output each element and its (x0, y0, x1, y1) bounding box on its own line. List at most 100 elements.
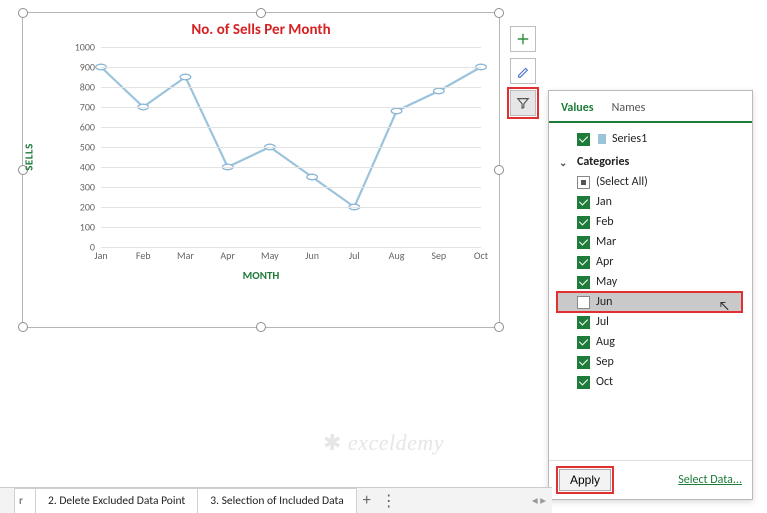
gridline (101, 207, 481, 208)
kebab-icon: ⋮ (381, 491, 397, 511)
x-tick-label: Jan (94, 249, 107, 262)
category-label: Aug (596, 335, 615, 349)
resize-handle[interactable] (256, 8, 266, 18)
resize-handle[interactable] (494, 322, 504, 332)
chart-styles-button[interactable] (510, 58, 536, 84)
gridline (101, 167, 481, 168)
category-item[interactable]: Feb (557, 212, 748, 232)
y-tick-label: 700 (71, 101, 95, 114)
x-axis-title[interactable]: MONTH (23, 269, 499, 282)
sheet-tab[interactable]: 3. Selection of Included Data (197, 488, 356, 513)
y-tick-label: 100 (71, 221, 95, 234)
checkbox-icon[interactable] (577, 276, 590, 289)
category-item[interactable]: Aug (557, 332, 748, 352)
category-item[interactable]: Jun ↖ (557, 292, 742, 312)
sheet-tab[interactable]: r (14, 488, 36, 513)
gridline (101, 227, 481, 228)
resize-handle[interactable] (494, 8, 504, 18)
new-sheet-button[interactable]: + (356, 488, 378, 513)
cursor-icon: ↖ (719, 299, 730, 314)
sheet-tab-label: 3. Selection of Included Data (210, 494, 343, 508)
checkbox-icon[interactable] (577, 256, 590, 269)
plot-area-wrap: SELLS 01002003004005006007008009001000 J… (73, 47, 481, 267)
x-tick-label: Jul (349, 249, 360, 262)
sheet-tab[interactable]: 2. Delete Excluded Data Point (35, 488, 198, 513)
x-tick-label: Aug (389, 249, 405, 262)
checkbox-icon[interactable] (577, 133, 590, 146)
checkbox-icon[interactable] (577, 376, 590, 389)
category-item[interactable]: Apr (557, 252, 748, 272)
x-tick-label: Feb (136, 249, 151, 262)
select-all-row[interactable]: (Select All) (557, 172, 748, 192)
category-item[interactable]: Sep (557, 352, 748, 372)
watermark: exceldemy (323, 430, 444, 456)
tab-names[interactable]: Names (610, 97, 648, 121)
checkbox-icon[interactable] (577, 356, 590, 369)
category-item[interactable]: Jul (557, 312, 748, 332)
checkbox-icon[interactable] (577, 236, 590, 249)
y-tick-label: 0 (71, 241, 95, 254)
checkbox-icon[interactable] (577, 316, 590, 329)
brush-icon (516, 64, 530, 78)
y-tick-label: 300 (71, 181, 95, 194)
category-item[interactable]: Oct (557, 372, 748, 392)
x-tick-label: Jun (305, 249, 319, 262)
y-tick-label: 500 (71, 141, 95, 154)
apply-button[interactable]: Apply (559, 469, 611, 491)
tab-values[interactable]: Values (559, 97, 596, 123)
gridline (101, 247, 481, 248)
sheet-tab-label: 2. Delete Excluded Data Point (48, 494, 185, 508)
chart-frame[interactable]: No. of Sells Per Month SELLS 01002003004… (22, 12, 500, 328)
x-axis: JanFebMarAprMayJunJulAugSepOct (101, 249, 481, 267)
chart-filter-button[interactable] (510, 90, 536, 116)
checkbox-icon[interactable] (577, 216, 590, 229)
category-label: Mar (596, 235, 616, 249)
sheet-menu-button[interactable]: ⋮ (378, 488, 400, 513)
category-item[interactable]: Jan (557, 192, 748, 212)
checkbox-icon[interactable] (577, 336, 590, 349)
select-data-link[interactable]: Select Data... (678, 473, 742, 487)
plus-icon: + (363, 491, 371, 510)
checkbox-icon[interactable] (577, 296, 590, 309)
resize-handle[interactable] (494, 165, 504, 175)
y-axis-title[interactable]: SELLS (23, 143, 36, 171)
gridline (101, 187, 481, 188)
x-tick-label: Oct (474, 249, 488, 262)
y-tick-label: 800 (71, 81, 95, 94)
resize-handle[interactable] (256, 322, 266, 332)
gridline (101, 47, 481, 48)
filter-footer: Apply Select Data... (549, 460, 752, 499)
scroll-area[interactable]: ◂ ▸ (400, 488, 552, 513)
y-tick-label: 600 (71, 121, 95, 134)
gridline (101, 67, 481, 68)
y-tick-label: 400 (71, 161, 95, 174)
chart-filter-panel: Values Names Series1 ⌄ Categories (Selec… (548, 90, 753, 500)
gridline (101, 107, 481, 108)
x-tick-label: Apr (220, 249, 235, 262)
plus-icon (516, 32, 530, 46)
chart-elements-button[interactable] (510, 26, 536, 52)
category-label: Jul (596, 315, 609, 329)
resize-handle[interactable] (18, 322, 28, 332)
checkbox-icon[interactable] (577, 196, 590, 209)
plot-area[interactable]: 01002003004005006007008009001000 (101, 47, 481, 247)
resize-handle[interactable] (18, 8, 28, 18)
checkbox-icon[interactable] (577, 176, 590, 189)
category-label: Feb (596, 215, 614, 229)
filter-body[interactable]: Series1 ⌄ Categories (Select All) Jan Feb… (549, 123, 752, 460)
gridline (101, 147, 481, 148)
x-tick-label: Sep (431, 249, 446, 262)
gridline (101, 87, 481, 88)
series-item[interactable]: Series1 (557, 129, 748, 149)
sheet-tab-bar: r 2. Delete Excluded Data Point 3. Selec… (0, 487, 552, 513)
y-tick-label: 200 (71, 201, 95, 214)
category-label: May (596, 275, 617, 289)
chevron-down-icon: ⌄ (559, 156, 571, 169)
category-label: Apr (596, 255, 613, 269)
category-item[interactable]: May (557, 272, 748, 292)
category-item[interactable]: Mar (557, 232, 748, 252)
categories-group-header[interactable]: ⌄ Categories (557, 149, 748, 172)
select-all-label: (Select All) (596, 175, 648, 189)
category-label: Jun (596, 295, 612, 309)
category-label: Jan (596, 195, 612, 209)
